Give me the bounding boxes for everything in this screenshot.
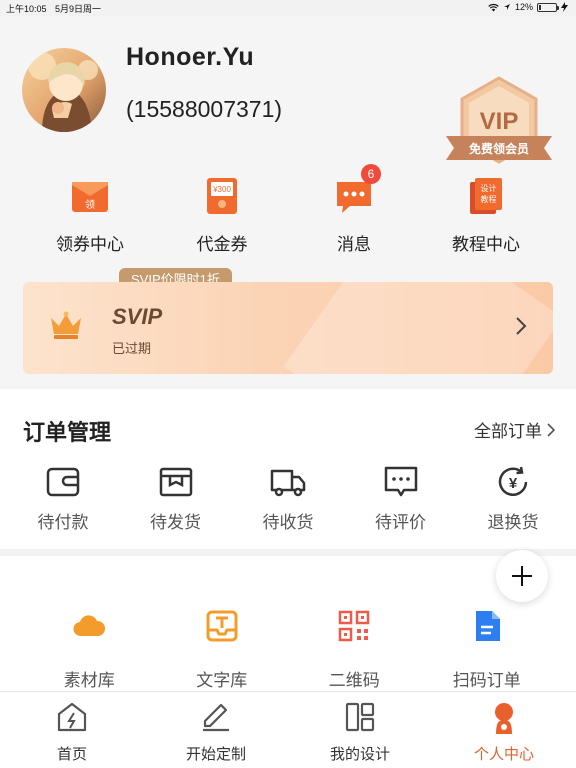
comment-icon <box>384 466 417 497</box>
layout-icon <box>345 702 375 732</box>
quick-action-tutorials[interactable]: 设计 教程 教程中心 <box>420 176 552 255</box>
order-pending-receipt[interactable]: 待收货 <box>248 464 328 533</box>
battery-icon <box>537 2 559 12</box>
tool-scan-order[interactable]: 扫码订单 <box>421 608 554 691</box>
tab-my-designs[interactable]: 我的设计 <box>288 692 432 768</box>
order-label: 待付款 <box>37 513 89 532</box>
quick-action-voucher[interactable]: ¥300 代金券 <box>156 176 288 255</box>
tab-personal-center[interactable]: 个人中心 <box>432 692 576 768</box>
quick-action-coupon-center[interactable]: 领 领券中心 <box>24 176 156 255</box>
chevron-right-icon <box>516 317 527 335</box>
tool-label: 素材库 <box>63 671 115 690</box>
svg-text:¥: ¥ <box>509 475 518 492</box>
tab-label: 开始定制 <box>185 746 246 763</box>
voucher-icon-text: ¥300 <box>212 185 231 194</box>
person-icon <box>495 703 513 734</box>
truck-icon <box>270 469 306 497</box>
tool-qrcode[interactable]: 二维码 <box>288 608 421 691</box>
order-management: 订单管理 全部订单 待付款 待发货 待收货 待评价 ¥ 退换货 <box>0 389 576 549</box>
order-returns[interactable]: ¥ 退换货 <box>473 464 553 533</box>
message-count-badge: 6 <box>361 164 381 184</box>
vip-badge-label: VIP <box>480 108 519 135</box>
pen-icon <box>203 703 229 732</box>
qrcode-icon <box>339 610 370 642</box>
document-icon <box>475 611 500 641</box>
quick-action-label: 消息 <box>337 235 371 254</box>
order-label: 待收货 <box>262 513 314 532</box>
svip-status: 已过期 <box>112 341 152 356</box>
crown-icon <box>51 311 81 339</box>
coupon-envelope-icon: 领 <box>72 182 108 212</box>
order-pending-payment[interactable]: 待付款 <box>23 464 103 533</box>
tutorial-book-icon: 设计 教程 <box>470 178 502 214</box>
tool-text-library[interactable]: 文字库 <box>156 608 289 691</box>
wallet-icon <box>46 467 80 497</box>
order-label: 待评价 <box>375 513 426 532</box>
tools-section: 素材库 文字库 二维码 扫码订单 <box>0 550 576 691</box>
svip-card[interactable]: SVIP 已过期 <box>23 282 553 374</box>
tab-label: 我的设计 <box>329 746 390 763</box>
refund-icon: ¥ <box>498 466 528 496</box>
order-management-title: 订单管理 <box>23 420 112 445</box>
avatar[interactable] <box>22 48 106 132</box>
voucher-icon: ¥300 <box>207 178 237 214</box>
tab-start-customize[interactable]: 开始定制 <box>144 692 288 768</box>
add-button[interactable] <box>496 550 548 602</box>
tab-label: 个人中心 <box>473 746 534 763</box>
tab-label: 首页 <box>56 746 87 763</box>
tool-label: 二维码 <box>328 671 380 690</box>
tool-material-library[interactable]: 素材库 <box>23 608 156 691</box>
quick-action-messages[interactable]: 6 消息 <box>288 164 420 255</box>
tutorial-icon-line1: 设计 <box>481 183 497 193</box>
quick-action-label: 教程中心 <box>452 235 520 254</box>
vip-badge-ribbon: 免费领会员 <box>469 141 529 156</box>
svip-title: SVIP <box>112 304 163 329</box>
text-tray-icon <box>206 610 238 642</box>
status-date: 5月9日周一 <box>55 4 102 14</box>
charging-icon <box>561 2 568 12</box>
coupon-envelope-text: 领 <box>85 198 95 211</box>
order-pending-review[interactable]: 待评价 <box>361 464 441 533</box>
home-icon <box>57 702 87 732</box>
status-time: 上午10:05 <box>6 4 47 14</box>
status-bar: 上午10:05 5月9日周一 12% <box>0 0 576 16</box>
tab-bar: 首页 开始定制 我的设计 个人中心 <box>0 691 576 768</box>
quick-action-label: 代金券 <box>196 235 248 254</box>
quick-actions: 领 领券中心 ¥300 代金券 6 消息 设计 教程 教程中心 <box>0 164 576 255</box>
order-label: 待发货 <box>150 513 201 532</box>
box-icon <box>159 467 192 497</box>
quick-action-label: 领券中心 <box>56 235 124 254</box>
tool-label: 扫码订单 <box>452 671 521 690</box>
location-icon <box>503 4 510 10</box>
wifi-icon <box>488 3 499 11</box>
vip-badge[interactable]: VIP 免费领会员 <box>444 74 554 170</box>
cloud-icon <box>73 615 106 637</box>
all-orders-link[interactable]: 全部订单 <box>474 417 556 442</box>
battery-percent: 12% <box>514 2 533 12</box>
tool-label: 文字库 <box>196 671 248 690</box>
user-phone: (15588007371) <box>126 96 283 122</box>
tutorial-icon-line2: 教程 <box>481 194 497 204</box>
order-label: 退换货 <box>487 513 539 532</box>
order-pending-shipment[interactable]: 待发货 <box>136 464 216 533</box>
all-orders-label: 全部订单 <box>474 422 542 441</box>
tab-home[interactable]: 首页 <box>0 692 144 768</box>
user-name: Honoer.Yu <box>126 43 255 71</box>
chevron-right-icon <box>547 422 556 437</box>
